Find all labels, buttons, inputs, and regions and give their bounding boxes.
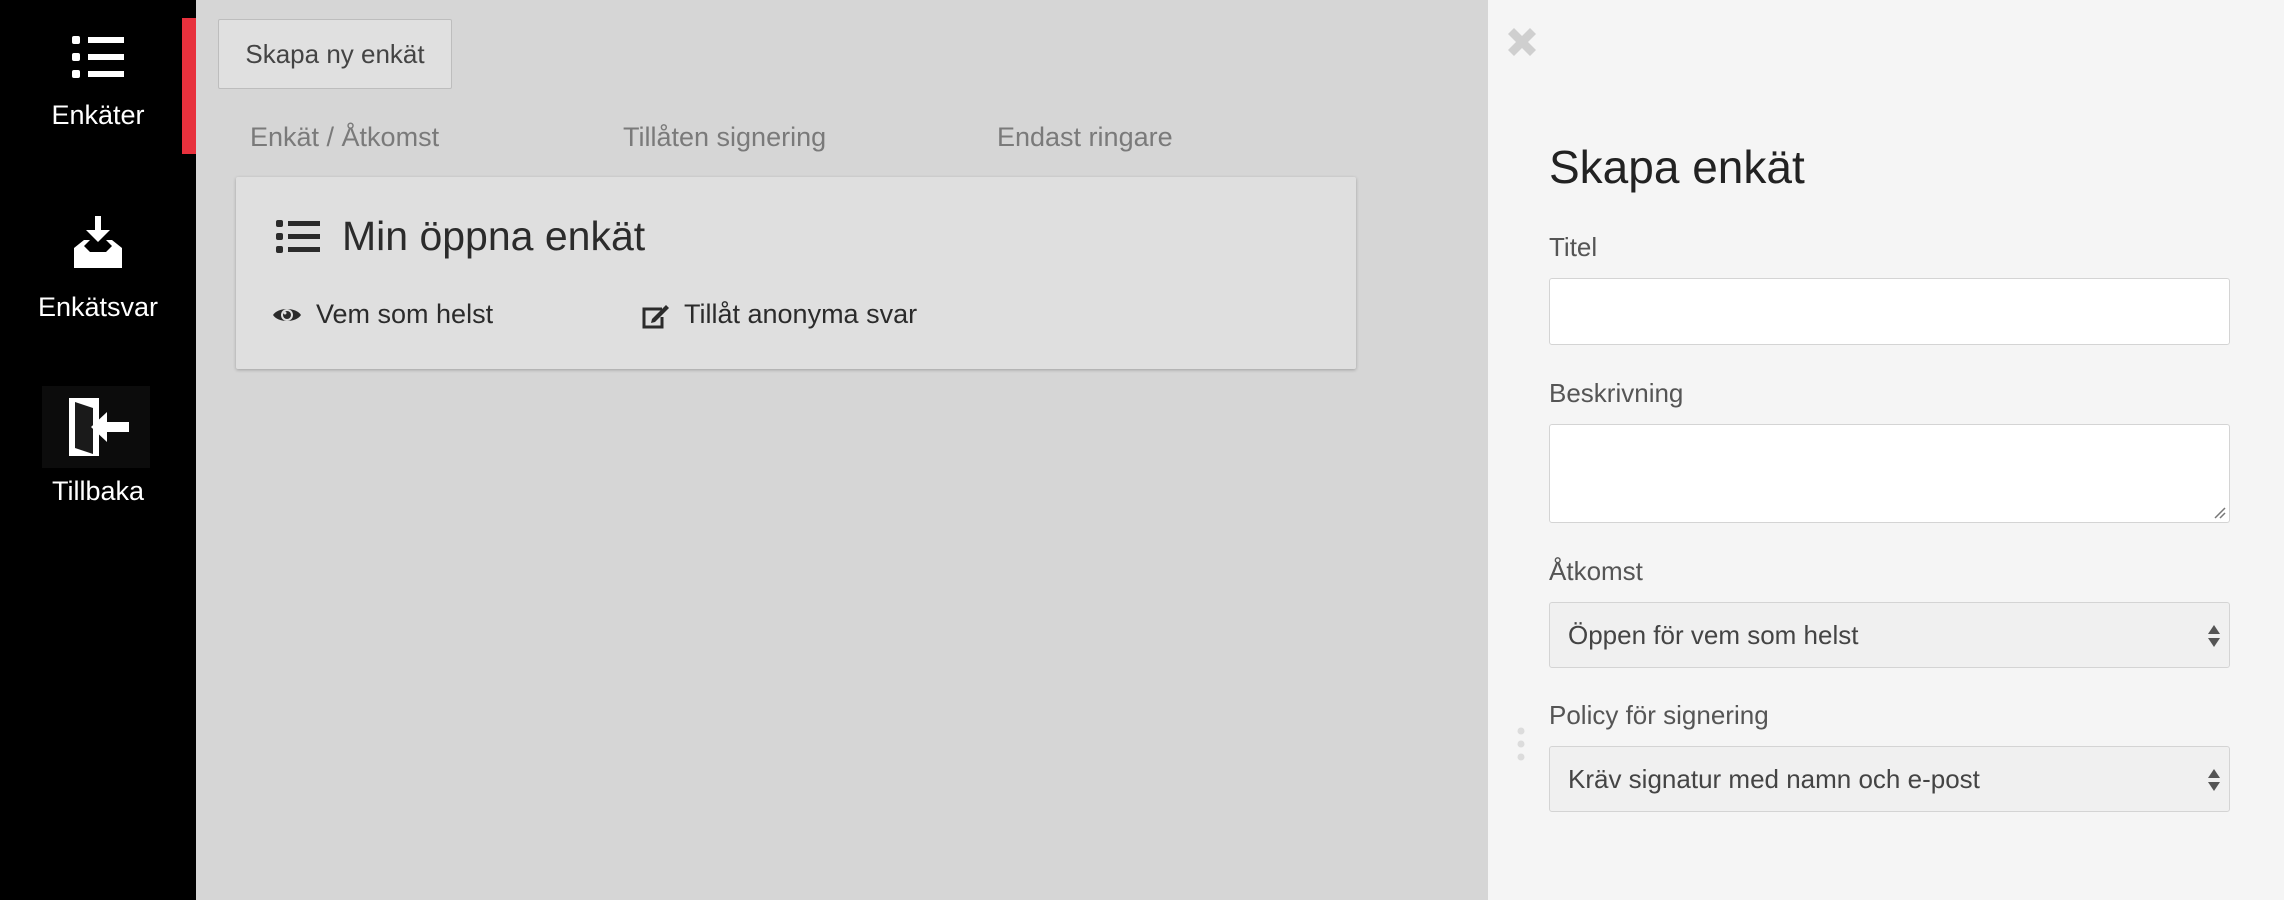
survey-signing: Tillåt anonyma svar bbox=[640, 299, 917, 330]
main-content: Skapa ny enkät Enkät / Åtkomst Tillåten … bbox=[196, 0, 1488, 900]
close-icon[interactable] bbox=[1502, 22, 1542, 62]
drag-handle-icon[interactable] bbox=[1516, 726, 1526, 762]
description-textarea[interactable] bbox=[1549, 424, 2230, 523]
nav-item-label: Enkäter bbox=[51, 100, 145, 130]
access-label: Åtkomst bbox=[1549, 556, 1643, 586]
signing-policy-select-value: Kräv signatur med namn och e-post bbox=[1568, 763, 1980, 794]
title-label: Titel bbox=[1549, 232, 1598, 262]
survey-access-text: Vem som helst bbox=[316, 299, 494, 329]
sidebar: Enkäter Enkätsvar Tillbaka bbox=[0, 0, 196, 900]
survey-access: Vem som helst bbox=[272, 299, 493, 330]
nav-item-label: Tillbaka bbox=[51, 476, 145, 506]
nav-item-label: Enkätsvar bbox=[37, 292, 159, 322]
signing-policy-label: Policy för signering bbox=[1549, 700, 1769, 730]
resize-grip-icon[interactable] bbox=[2214, 507, 2226, 519]
create-survey-button[interactable]: Skapa ny enkät bbox=[218, 19, 452, 89]
panel-title: Skapa enkät bbox=[1549, 141, 1805, 193]
description-label: Beskrivning bbox=[1549, 378, 1684, 408]
sign-out-icon bbox=[69, 398, 129, 456]
eye-icon bbox=[273, 308, 301, 321]
nav-item-enkater[interactable]: Enkäter bbox=[0, 34, 196, 131]
survey-title[interactable]: Min öppna enkät bbox=[342, 213, 645, 260]
list-icon bbox=[276, 220, 320, 253]
column-header-allowed-signing: Tillåten signering bbox=[623, 122, 827, 152]
list-icon bbox=[72, 36, 124, 78]
edit-icon bbox=[642, 304, 669, 328]
access-select[interactable]: Öppen för vem som helst bbox=[1549, 602, 2230, 668]
survey-signing-text: Tillåt anonyma svar bbox=[684, 299, 918, 329]
nav-item-enkatsvar[interactable]: Enkätsvar bbox=[0, 216, 196, 323]
column-header-survey-access: Enkät / Åtkomst bbox=[250, 122, 440, 152]
title-input[interactable] bbox=[1549, 278, 2230, 345]
nav-item-tillbaka[interactable]: Tillbaka bbox=[0, 396, 196, 507]
select-arrows-icon bbox=[2208, 625, 2220, 647]
inbox-download-icon bbox=[74, 216, 122, 268]
column-header-callers-only: Endast ringare bbox=[997, 122, 1173, 152]
create-survey-panel: Skapa enkät Titel Beskrivning Åtkomst Öp… bbox=[1488, 0, 2284, 900]
signing-policy-select[interactable]: Kräv signatur med namn och e-post bbox=[1549, 746, 2230, 812]
select-arrows-icon bbox=[2208, 769, 2220, 791]
access-select-value: Öppen för vem som helst bbox=[1568, 619, 1859, 650]
survey-card[interactable]: Min öppna enkät Vem som helst Tillåt ano… bbox=[236, 177, 1356, 369]
